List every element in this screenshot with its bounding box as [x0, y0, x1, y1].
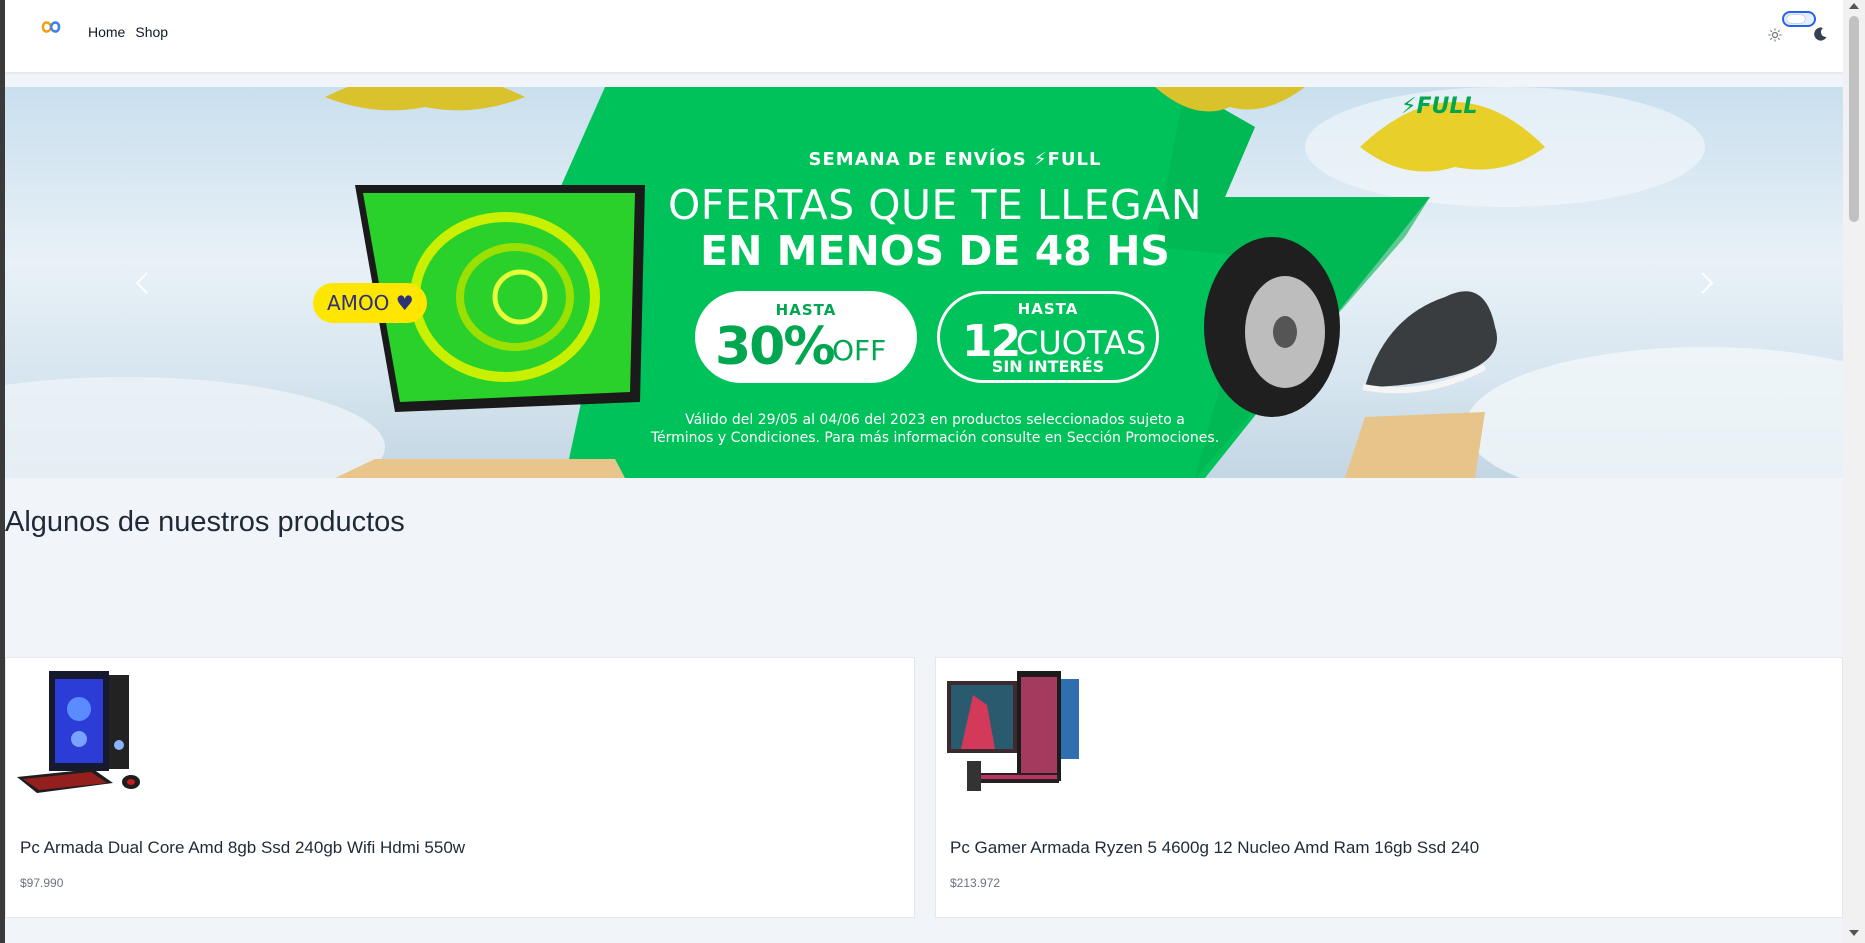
offer1-value: 30% [715, 317, 835, 377]
navbar: Home Shop [5, 0, 1843, 73]
product-price: $97.990 [20, 876, 64, 890]
page-scrollbar[interactable] [1843, 0, 1865, 943]
banner-legal-text: Válido del 29/05 al 04/06 del 2023 en pr… [645, 411, 1225, 447]
scroll-down-arrow-icon[interactable] [1849, 930, 1859, 936]
amoo-badge-text: AMOO [327, 291, 390, 315]
amoo-badge: AMOO ♥ [313, 283, 427, 323]
moon-icon [1814, 27, 1827, 41]
carousel-prev-button[interactable] [127, 263, 157, 303]
carousel-next-button[interactable] [1692, 263, 1722, 303]
discount-offer-pill: HASTA 30% OFF [695, 291, 917, 383]
nav-link-home[interactable]: Home [88, 24, 125, 40]
main-nav: Home Shop [88, 24, 168, 40]
sun-icon [1768, 28, 1782, 42]
offer1-suffix: OFF [832, 334, 887, 367]
parachute-full-badge: ⚡FULL [1401, 94, 1478, 119]
product-image[interactable] [943, 665, 1081, 803]
theme-switch [1768, 10, 1828, 44]
scroll-up-arrow-icon[interactable] [1849, 3, 1859, 9]
product-card[interactable]: Pc Armada Dual Core Amd 8gb Ssd 240gb Wi… [5, 657, 915, 918]
installments-offer-pill: HASTA 12 CUOTAS SIN INTERÉS [937, 291, 1159, 383]
nav-link-shop[interactable]: Shop [135, 24, 168, 40]
infinity-logo-icon[interactable] [36, 16, 66, 38]
offer2-note: SIN INTERÉS [991, 357, 1105, 376]
product-card[interactable]: Pc Gamer Armada Ryzen 5 4600g 12 Nucleo … [935, 657, 1843, 918]
toggle-knob [1787, 15, 1805, 23]
legal-line-1: Válido del 29/05 al 04/06 del 2023 en pr… [685, 412, 1185, 428]
section-title: Algunos de nuestros productos [5, 506, 405, 538]
product-price: $213.972 [950, 876, 1001, 890]
window-left-edge [0, 0, 5, 943]
product-image[interactable] [13, 665, 151, 803]
scroll-thumb[interactable] [1849, 16, 1859, 222]
hero-carousel: AMOO ♥ ⚡FULL SEMANA DE ENVÍOS ⚡FULL OFER… [5, 87, 1843, 478]
banner-kicker: SEMANA DE ENVÍOS ⚡FULL [808, 149, 1102, 170]
chevron-left-icon [135, 272, 148, 294]
chevron-right-icon [1701, 272, 1714, 294]
banner-headline-line1: OFERTAS QUE TE LLEGAN [667, 181, 1202, 229]
product-title[interactable]: Pc Armada Dual Core Amd 8gb Ssd 240gb Wi… [20, 838, 465, 858]
theme-toggle[interactable] [1782, 11, 1816, 27]
legal-line-2: Términos y Condiciones. Para más informa… [650, 430, 1220, 446]
product-title[interactable]: Pc Gamer Armada Ryzen 5 4600g 12 Nucleo … [950, 838, 1479, 858]
banner-headline-line2: EN MENOS DE 48 HS [700, 227, 1170, 275]
